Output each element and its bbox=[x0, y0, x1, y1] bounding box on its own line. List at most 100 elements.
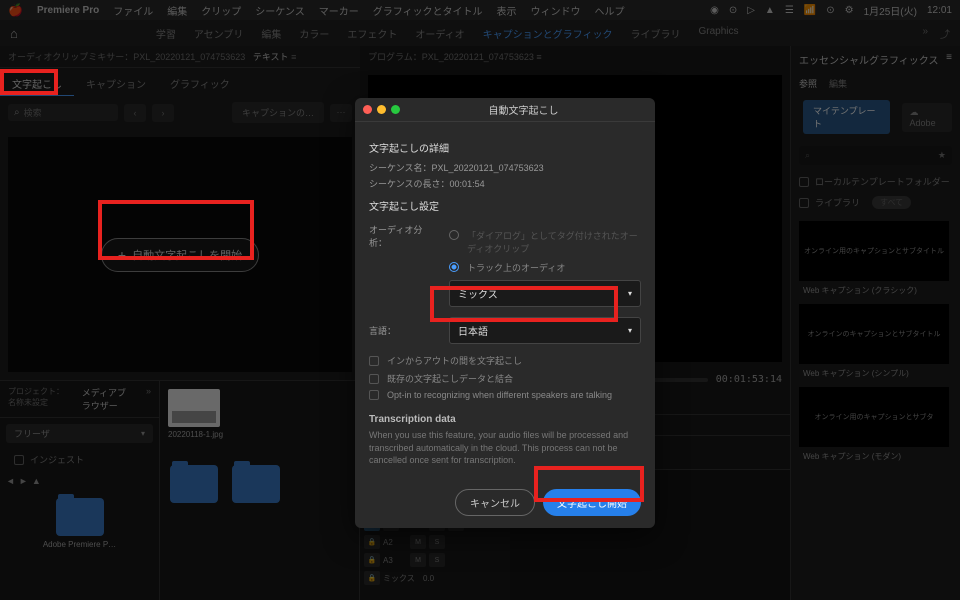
menu-edit[interactable]: 編集 bbox=[167, 3, 187, 18]
minimize-icon[interactable] bbox=[377, 105, 386, 114]
program-header: プログラム：PXL_20220121_074753623 ≡ bbox=[360, 46, 790, 67]
control-center-icon[interactable]: ⚙ bbox=[845, 5, 854, 16]
eg-menu-icon[interactable]: ≡ bbox=[946, 52, 952, 67]
eg-search[interactable]: ⌕★ bbox=[799, 146, 952, 165]
tab-transcribe[interactable]: 文字起こし bbox=[0, 72, 74, 96]
menu-help[interactable]: ヘルプ bbox=[595, 3, 625, 18]
radio-track-audio[interactable] bbox=[449, 262, 459, 272]
audio-analysis-label: オーディオ分析： bbox=[369, 223, 439, 249]
data-heading: Transcription data bbox=[369, 414, 641, 425]
media-folder[interactable] bbox=[166, 453, 222, 515]
eg-tab-browse[interactable]: 参照 bbox=[799, 77, 817, 90]
thumbnail bbox=[168, 389, 220, 427]
mac-menubar: 🍎 Premiere Pro ファイル 編集 クリップ シーケンス マーカー グ… bbox=[0, 0, 960, 20]
favorite-icon[interactable]: ★ bbox=[938, 150, 946, 161]
local-folder-checkbox[interactable] bbox=[799, 177, 809, 187]
adobe-stock-button[interactable]: ☁ Adobe bbox=[902, 103, 952, 132]
template-name: Web キャプション (モダン) bbox=[799, 451, 952, 462]
menu-file[interactable]: ファイル bbox=[113, 3, 153, 18]
status-icon: ▷ bbox=[747, 5, 755, 16]
wifi-icon: 📶 bbox=[804, 5, 816, 16]
menu-window[interactable]: ウィンドウ bbox=[531, 3, 581, 18]
cancel-button[interactable]: キャンセル bbox=[455, 489, 535, 516]
sequence-length: シーケンスの長さ：00:01:54 bbox=[369, 177, 641, 190]
tab-color[interactable]: カラー bbox=[299, 26, 329, 41]
folder-item[interactable]: Adobe Premiere P… bbox=[6, 486, 153, 561]
tab-learn[interactable]: 学習 bbox=[156, 26, 176, 41]
menu-sequence[interactable]: シーケンス bbox=[255, 3, 305, 18]
workspace-toolbar: ⌂ 学習 アセンブリ 編集 カラー エフェクト オーディオ キャプションとグラフ… bbox=[0, 20, 960, 46]
up-icon[interactable]: ▲ bbox=[32, 476, 41, 486]
menu-clip[interactable]: クリップ bbox=[201, 3, 241, 18]
menubar-date[interactable]: 1月25日(火) bbox=[864, 3, 917, 18]
overflow-icon[interactable]: » bbox=[922, 26, 928, 41]
tab-edit[interactable]: 編集 bbox=[261, 26, 281, 41]
tab-caption[interactable]: キャプション bbox=[74, 72, 158, 96]
menu-marker[interactable]: マーカー bbox=[319, 3, 359, 18]
status-icon: ☰ bbox=[785, 5, 794, 16]
settings-heading: 文字起こし設定 bbox=[369, 198, 641, 213]
language-select[interactable]: 日本語▾ bbox=[449, 317, 641, 344]
media-browser-tab[interactable]: メディアブラウザー bbox=[74, 383, 138, 415]
tab-library[interactable]: ライブラリ bbox=[630, 26, 680, 41]
text-search[interactable]: ⌕ bbox=[8, 104, 118, 121]
tab-graphic[interactable]: グラフィック bbox=[158, 72, 242, 96]
freezer-dropdown[interactable]: フリーザ▾ bbox=[6, 424, 153, 443]
search-input[interactable] bbox=[24, 108, 94, 118]
data-description: When you use this feature, your audio fi… bbox=[369, 429, 641, 467]
export-icon[interactable]: ⤴ bbox=[940, 26, 950, 41]
radio-tagged-clips[interactable] bbox=[449, 230, 459, 240]
close-icon[interactable] bbox=[363, 105, 372, 114]
language-label: 言語： bbox=[369, 324, 439, 337]
my-templates-button[interactable]: マイテンプレート bbox=[803, 100, 890, 134]
start-transcription-button[interactable]: 文字起こし開始 bbox=[543, 489, 641, 516]
template-name: Web キャプション (シンプル) bbox=[799, 368, 952, 379]
folder-icon bbox=[170, 465, 218, 503]
next-button[interactable]: › bbox=[152, 104, 174, 122]
app-name: Premiere Pro bbox=[37, 5, 99, 16]
dialog-title: 自動文字起こし bbox=[400, 102, 647, 117]
start-transcribe-button[interactable]: 自動文字起こしを開始 bbox=[101, 238, 259, 272]
merge-checkbox[interactable] bbox=[369, 374, 379, 384]
search-icon: ⌕ bbox=[14, 107, 20, 118]
template-thumb[interactable]: オンラインのキャプションとサブタイトル bbox=[799, 304, 949, 364]
prev-button[interactable]: ‹ bbox=[124, 104, 146, 122]
speakers-checkbox[interactable] bbox=[369, 390, 379, 400]
more-button[interactable]: ⋯ bbox=[330, 104, 352, 122]
tab-assembly[interactable]: アセンブリ bbox=[194, 26, 244, 41]
menubar-time[interactable]: 12:01 bbox=[927, 5, 952, 16]
project-tab[interactable]: プロジェクト：名称未設定 bbox=[0, 383, 74, 415]
ingest-checkbox[interactable] bbox=[14, 455, 24, 465]
folder-icon bbox=[56, 498, 104, 536]
search-icon: ⌕ bbox=[805, 150, 810, 161]
media-thumb[interactable]: 20220118-1.jpg bbox=[160, 381, 359, 447]
folder-icon bbox=[232, 465, 280, 503]
template-name: Web キャプション (クラシック) bbox=[799, 285, 952, 296]
eg-title: エッセンシャルグラフィックス bbox=[799, 52, 939, 67]
sequence-name: シーケンス名：PXL_20220121_074753623 bbox=[369, 161, 641, 174]
status-icon: ▲ bbox=[765, 5, 775, 16]
eg-tab-edit[interactable]: 編集 bbox=[829, 77, 847, 90]
caption-dropdown[interactable]: キャプションの… bbox=[232, 102, 324, 123]
search-icon[interactable]: ⊙ bbox=[826, 5, 834, 16]
fwd-icon[interactable]: ► bbox=[19, 476, 28, 486]
tab-effects[interactable]: エフェクト bbox=[347, 26, 397, 41]
status-icon: ◉ bbox=[710, 5, 719, 16]
details-heading: 文字起こしの詳細 bbox=[369, 140, 641, 155]
template-thumb[interactable]: オンライン用のキャプションとサブタイトル bbox=[799, 221, 949, 281]
auto-transcribe-dialog: 自動文字起こし 文字起こしの詳細 シーケンス名：PXL_20220121_074… bbox=[355, 98, 655, 528]
library-checkbox[interactable] bbox=[799, 198, 809, 208]
template-thumb[interactable]: オンライン用のキャプションとサブタ bbox=[799, 387, 949, 447]
tab-audio[interactable]: オーディオ bbox=[415, 26, 464, 41]
media-folder[interactable] bbox=[228, 453, 284, 515]
duration: 00:01:53:14 bbox=[716, 374, 782, 385]
menu-graphics[interactable]: グラフィックとタイトル bbox=[373, 3, 483, 18]
mix-select[interactable]: ミックス▾ bbox=[449, 280, 641, 307]
menu-view[interactable]: 表示 bbox=[497, 3, 517, 18]
home-icon[interactable]: ⌂ bbox=[10, 26, 18, 41]
tab-graphics[interactable]: Graphics bbox=[698, 26, 738, 41]
in-out-checkbox[interactable] bbox=[369, 356, 379, 366]
tab-captions-graphics[interactable]: キャプションとグラフィック bbox=[483, 26, 613, 41]
back-icon[interactable]: ◄ bbox=[6, 476, 15, 486]
zoom-icon[interactable] bbox=[391, 105, 400, 114]
